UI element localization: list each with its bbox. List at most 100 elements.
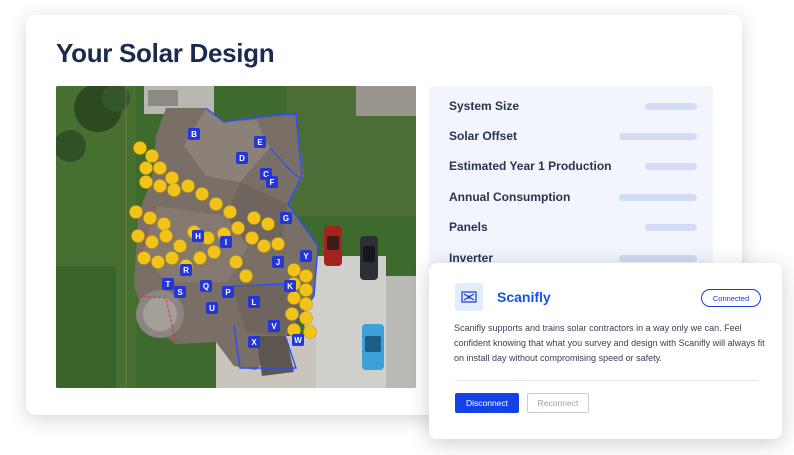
solar-panel — [247, 211, 261, 225]
solar-panel — [129, 205, 143, 219]
svg-text:X: X — [251, 338, 257, 347]
spec-value-placeholder — [645, 102, 697, 110]
svg-text:P: P — [225, 288, 231, 297]
integration-card: Scanifly Connected Scanifly supports and… — [429, 263, 782, 439]
solar-panel — [139, 175, 153, 189]
spec-row-panels: Panels — [449, 217, 697, 237]
svg-text:F: F — [270, 178, 275, 187]
solar-panel — [299, 311, 313, 325]
solar-panel — [153, 179, 167, 193]
roof-segment-label[interactable]: Y — [300, 250, 312, 262]
reconnect-button[interactable]: Reconnect — [527, 393, 589, 413]
svg-text:B: B — [191, 130, 197, 139]
spec-value-placeholder — [645, 162, 697, 170]
svg-text:G: G — [283, 214, 289, 223]
roof-segment-label[interactable]: R — [180, 264, 192, 276]
solar-panel — [159, 229, 173, 243]
svg-text:E: E — [257, 138, 263, 147]
spec-value-placeholder — [619, 254, 697, 262]
svg-text:T: T — [166, 280, 171, 289]
roof-segment-label[interactable]: D — [236, 152, 248, 164]
solar-panel — [153, 161, 167, 175]
solar-panel — [181, 179, 195, 193]
solar-panel — [195, 187, 209, 201]
roof-segment-label[interactable]: W — [292, 334, 304, 346]
roof-segment-label[interactable]: K — [284, 280, 296, 292]
integration-description: Scanifly supports and trains solar contr… — [454, 323, 765, 363]
solar-panel — [271, 237, 285, 251]
roof-segment-label[interactable]: V — [268, 320, 280, 332]
solar-panel — [151, 255, 165, 269]
roof-segment-label[interactable]: F — [266, 176, 278, 188]
spec-value-placeholder — [619, 193, 697, 201]
spec-row-solar-offset: Solar Offset — [449, 126, 697, 146]
spec-label: Annual Consumption — [449, 190, 571, 204]
roof-segment-label[interactable]: I — [220, 236, 232, 248]
spec-value-placeholder — [645, 223, 697, 231]
roof-segment-label[interactable]: Q — [200, 280, 212, 292]
roof-segment-label[interactable]: S — [174, 286, 186, 298]
roof-map-canvas: BDECFGHIJRYTSQPKULVX W — [56, 86, 416, 388]
svg-text:K: K — [287, 282, 293, 291]
roof-segment-label[interactable]: B — [188, 128, 200, 140]
roof-map[interactable]: BDECFGHIJRYTSQPKULVXW — [56, 86, 416, 388]
svg-text:Y: Y — [303, 252, 309, 261]
roof-segment-label[interactable]: E — [254, 136, 266, 148]
svg-text:I: I — [225, 238, 227, 247]
solar-panel — [165, 171, 179, 185]
divider — [455, 380, 758, 381]
spec-row-year1-production: Estimated Year 1 Production — [449, 156, 697, 176]
roof-segment-label[interactable]: G — [280, 212, 292, 224]
solar-panel — [137, 251, 151, 265]
solar-panel — [173, 239, 187, 253]
spec-row-annual-consumption: Annual Consumption — [449, 187, 697, 207]
scanifly-logo-icon — [455, 283, 483, 311]
roof-segment-label[interactable]: H — [192, 230, 204, 242]
integration-name: Scanifly — [497, 289, 551, 305]
status-badge: Connected — [701, 289, 761, 307]
spec-value-placeholder — [619, 132, 697, 140]
solar-panel — [299, 269, 313, 283]
svg-text:S: S — [177, 288, 183, 297]
svg-text:W: W — [294, 336, 302, 345]
svg-text:R: R — [183, 266, 189, 275]
system-specs-panel: System Size Solar Offset Estimated Year … — [429, 86, 713, 281]
solar-panel — [167, 183, 181, 197]
roof-segment-label[interactable]: J — [272, 256, 284, 268]
solar-panel — [299, 283, 313, 297]
solar-panel — [287, 263, 301, 277]
solar-panel — [145, 149, 159, 163]
solar-panel — [231, 221, 245, 235]
solar-panel — [157, 217, 171, 231]
solar-panel — [287, 291, 301, 305]
solar-panel — [145, 235, 159, 249]
svg-text:H: H — [195, 232, 201, 241]
svg-text:J: J — [276, 258, 280, 267]
spec-row-system-size: System Size — [449, 96, 697, 116]
roof-segment-label[interactable]: U — [206, 302, 218, 314]
solar-panel — [165, 251, 179, 265]
svg-text:U: U — [209, 304, 215, 313]
spec-label: Solar Offset — [449, 129, 518, 143]
solar-panel — [257, 239, 271, 253]
solar-panel — [223, 205, 237, 219]
solar-panel — [239, 269, 253, 283]
solar-panel — [207, 245, 221, 259]
solar-panel — [133, 141, 147, 155]
roof-segment-label[interactable]: L — [248, 296, 260, 308]
roof-segment-label[interactable]: X — [248, 336, 260, 348]
spec-label: Estimated Year 1 Production — [449, 159, 612, 173]
spec-label: System Size — [449, 99, 520, 113]
svg-text:D: D — [239, 154, 245, 163]
solar-panel — [261, 217, 275, 231]
svg-text:L: L — [252, 298, 257, 307]
solar-panel — [209, 197, 223, 211]
disconnect-button[interactable]: Disconnect — [455, 393, 519, 413]
solar-panel — [143, 211, 157, 225]
spec-label: Panels — [449, 220, 488, 234]
roof-segment-label[interactable]: P — [222, 286, 234, 298]
solar-panel — [139, 161, 153, 175]
solar-panel — [285, 307, 299, 321]
solar-panel — [193, 251, 207, 265]
roof-segment-label[interactable]: T — [162, 278, 174, 290]
